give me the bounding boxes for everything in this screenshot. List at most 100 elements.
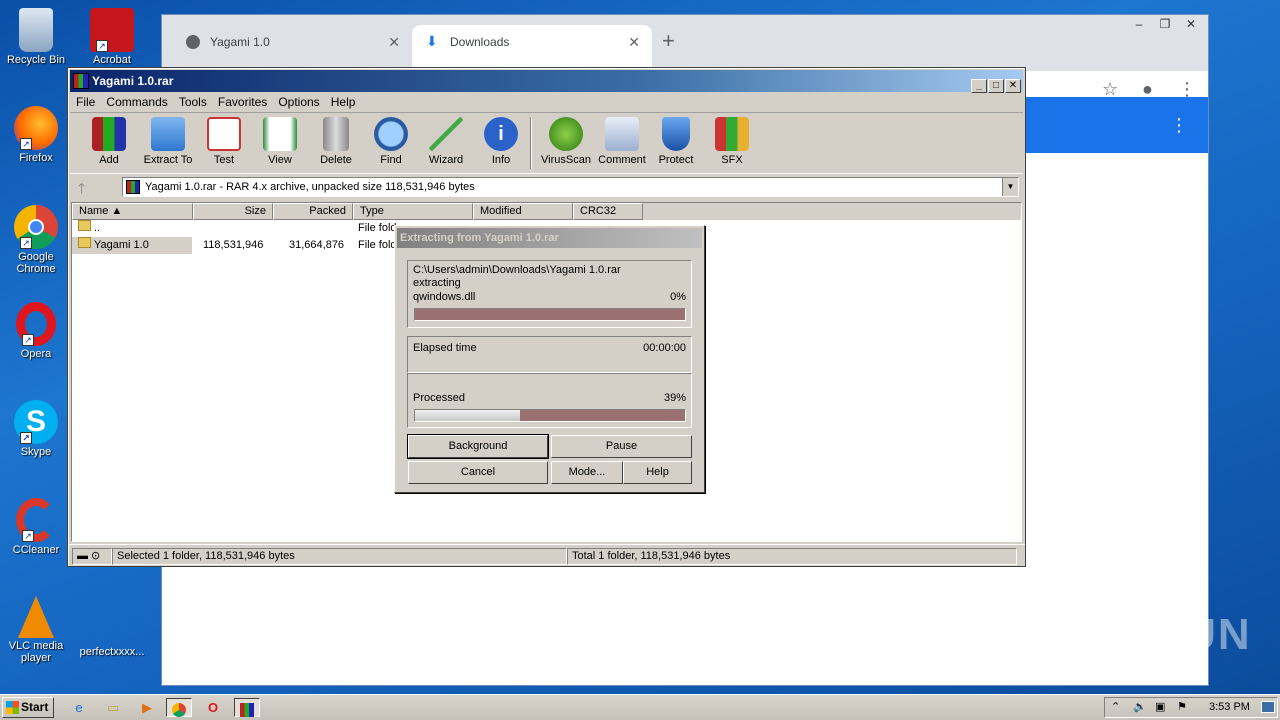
desktop-icon-skype[interactable]: S ↗ Skype <box>4 400 68 458</box>
watermark-logo: ANY RUN <box>1038 610 1252 659</box>
address-combobox[interactable]: Yagami 1.0.rar - RAR 4.x archive, unpack… <box>122 177 1019 197</box>
opera-taskbar-icon[interactable]: O <box>200 698 226 717</box>
new-tab-button[interactable]: + <box>662 29 675 53</box>
menu-options[interactable]: Options <box>274 92 323 112</box>
menu-tools[interactable]: Tools <box>175 92 211 112</box>
close-tab-icon[interactable]: ✕ <box>628 25 640 59</box>
delete-button[interactable]: Delete <box>308 117 364 166</box>
winrar-titlebar[interactable]: Yagami 1.0.rar _ □ ✕ <box>70 70 1023 93</box>
explorer-icon[interactable]: ▭ <box>100 698 126 717</box>
wizard-button[interactable]: Wizard <box>418 117 474 166</box>
desktop-icon-recycle-bin[interactable]: Recycle Bin <box>4 8 68 66</box>
show-hidden-icons[interactable]: ⌃ <box>1111 700 1120 713</box>
ie-icon[interactable]: e <box>66 698 92 717</box>
downloads-header-right: ⋮ <box>1024 97 1208 153</box>
comment-button[interactable]: Comment <box>594 117 650 166</box>
system-tray: ⌃ 🔈 ▣ ⚑ 3:53 PM <box>1104 697 1278 718</box>
add-icon <box>92 117 126 151</box>
taskbar: Start e ▭ ▶ O ⌃ 🔈 ▣ ⚑ 3:53 PM <box>0 694 1280 720</box>
close-button[interactable]: ✕ <box>1178 15 1204 33</box>
col-name[interactable]: Name ▲ <box>72 203 193 220</box>
tab-yagami[interactable]: Yagami 1.0 ✕ <box>172 25 412 59</box>
elapsed-value: 00:00:00 <box>643 342 686 354</box>
desktop-icon-firefox[interactable]: ↗ Firefox <box>4 106 68 164</box>
menubar: File Commands Tools Favorites Options He… <box>68 92 1025 112</box>
extract-to-button[interactable]: Extract To <box>138 117 198 166</box>
recycle-bin-icon <box>19 8 53 52</box>
folder-up-icon <box>78 220 91 231</box>
desktop-icon-file[interactable]: perfectxxxx... <box>74 646 150 658</box>
minimize-button[interactable]: _ <box>971 79 987 93</box>
chrome-icon: ↗ <box>14 205 58 249</box>
desktop-icon-ccleaner[interactable]: ↗ CCleaner <box>4 498 68 556</box>
col-size[interactable]: Size <box>193 203 273 220</box>
info-icon: i <box>484 117 518 151</box>
test-button[interactable]: Test <box>196 117 252 166</box>
desktop-icon-chrome[interactable]: ↗ Google Chrome <box>4 205 68 275</box>
volume-icon[interactable]: 🔈 <box>1133 700 1147 713</box>
flag-icon[interactable]: ⚑ <box>1177 700 1187 713</box>
background-button[interactable]: Background <box>407 434 549 459</box>
info-button[interactable]: i Info <box>473 117 529 166</box>
dialog-title[interactable]: Extracting from Yagami 1.0.rar <box>397 228 702 248</box>
tab-downloads[interactable]: ⬇ Downloads ✕ <box>412 25 652 71</box>
test-icon <box>207 117 241 151</box>
up-arrow-icon[interactable]: 🡑 <box>78 178 85 202</box>
winrar-taskbar-icon[interactable] <box>234 698 260 717</box>
col-crc32[interactable]: CRC32 <box>573 203 643 220</box>
firefox-icon: ↗ <box>14 106 58 150</box>
globe-icon <box>186 35 200 49</box>
processed-progress-bar <box>414 409 686 422</box>
desktop-icon-acrobat[interactable]: ↗ Acrobat <box>80 8 144 66</box>
maximize-button[interactable]: ❐ <box>1152 15 1178 33</box>
chrome-window-controls: – ❐ ✕ <box>1126 15 1204 35</box>
menu-file[interactable]: File <box>72 92 99 112</box>
desktop-icon-opera[interactable]: ↗ Opera <box>4 302 68 360</box>
skype-icon: S ↗ <box>14 400 58 444</box>
status-total: Total 1 folder, 118,531,946 bytes <box>567 548 1017 565</box>
media-player-icon[interactable]: ▶ <box>134 698 160 717</box>
chrome-taskbar-icon[interactable] <box>166 698 192 717</box>
network-icon[interactable]: ▣ <box>1155 700 1165 713</box>
sfx-icon <box>715 117 749 151</box>
add-button[interactable]: Add <box>81 117 137 166</box>
close-button[interactable]: ✕ <box>1005 79 1021 93</box>
col-type[interactable]: Type <box>353 203 473 220</box>
sfx-button[interactable]: SFX <box>704 117 760 166</box>
col-modified[interactable]: Modified <box>473 203 573 220</box>
clock[interactable]: 3:53 PM <box>1209 701 1250 713</box>
elapsed-group: Elapsed time 00:00:00 <box>407 336 692 373</box>
vlc-icon <box>18 596 54 638</box>
wand-icon <box>429 117 463 151</box>
list-item[interactable]: Yagami 1.0 <box>72 237 192 254</box>
help-button[interactable]: Help <box>623 461 692 484</box>
cancel-button[interactable]: Cancel <box>408 461 548 484</box>
start-button[interactable]: Start <box>2 697 54 718</box>
menu-commands[interactable]: Commands <box>102 92 171 112</box>
desktop-icon-vlc[interactable]: VLC media player <box>4 596 68 664</box>
find-button[interactable]: Find <box>363 117 419 166</box>
more-icon[interactable]: ⋮ <box>1170 115 1188 136</box>
mode-button[interactable]: Mode... <box>551 461 623 484</box>
extract-dialog: Extracting from Yagami 1.0.rar C:\Users\… <box>394 225 705 493</box>
protect-button[interactable]: Protect <box>648 117 704 166</box>
view-button[interactable]: View <box>252 117 308 166</box>
virusscan-button[interactable]: VirusScan <box>536 117 596 166</box>
maximize-button[interactable]: □ <box>988 79 1004 93</box>
archive-icon <box>126 180 140 194</box>
pause-button[interactable]: Pause <box>551 435 692 458</box>
col-packed[interactable]: Packed <box>273 203 353 220</box>
dropdown-arrow-icon[interactable]: ▼ <box>1002 178 1018 196</box>
archive-path: C:\Users\admin\Downloads\Yagami 1.0.rar <box>413 264 621 276</box>
show-desktop-icon[interactable] <box>1261 701 1275 713</box>
ccleaner-icon: ↗ <box>16 498 56 542</box>
address-row: 🡑 Yagami 1.0.rar - RAR 4.x archive, unpa… <box>68 174 1025 200</box>
windows-logo-icon <box>6 701 19 714</box>
close-tab-icon[interactable]: ✕ <box>388 25 400 59</box>
minimize-button[interactable]: – <box>1126 15 1152 33</box>
menu-help[interactable]: Help <box>327 92 360 112</box>
file-group: C:\Users\admin\Downloads\Yagami 1.0.rar … <box>407 260 692 328</box>
folder-icon <box>151 117 185 151</box>
current-file: qwindows.dll <box>413 291 476 303</box>
menu-favorites[interactable]: Favorites <box>214 92 271 112</box>
